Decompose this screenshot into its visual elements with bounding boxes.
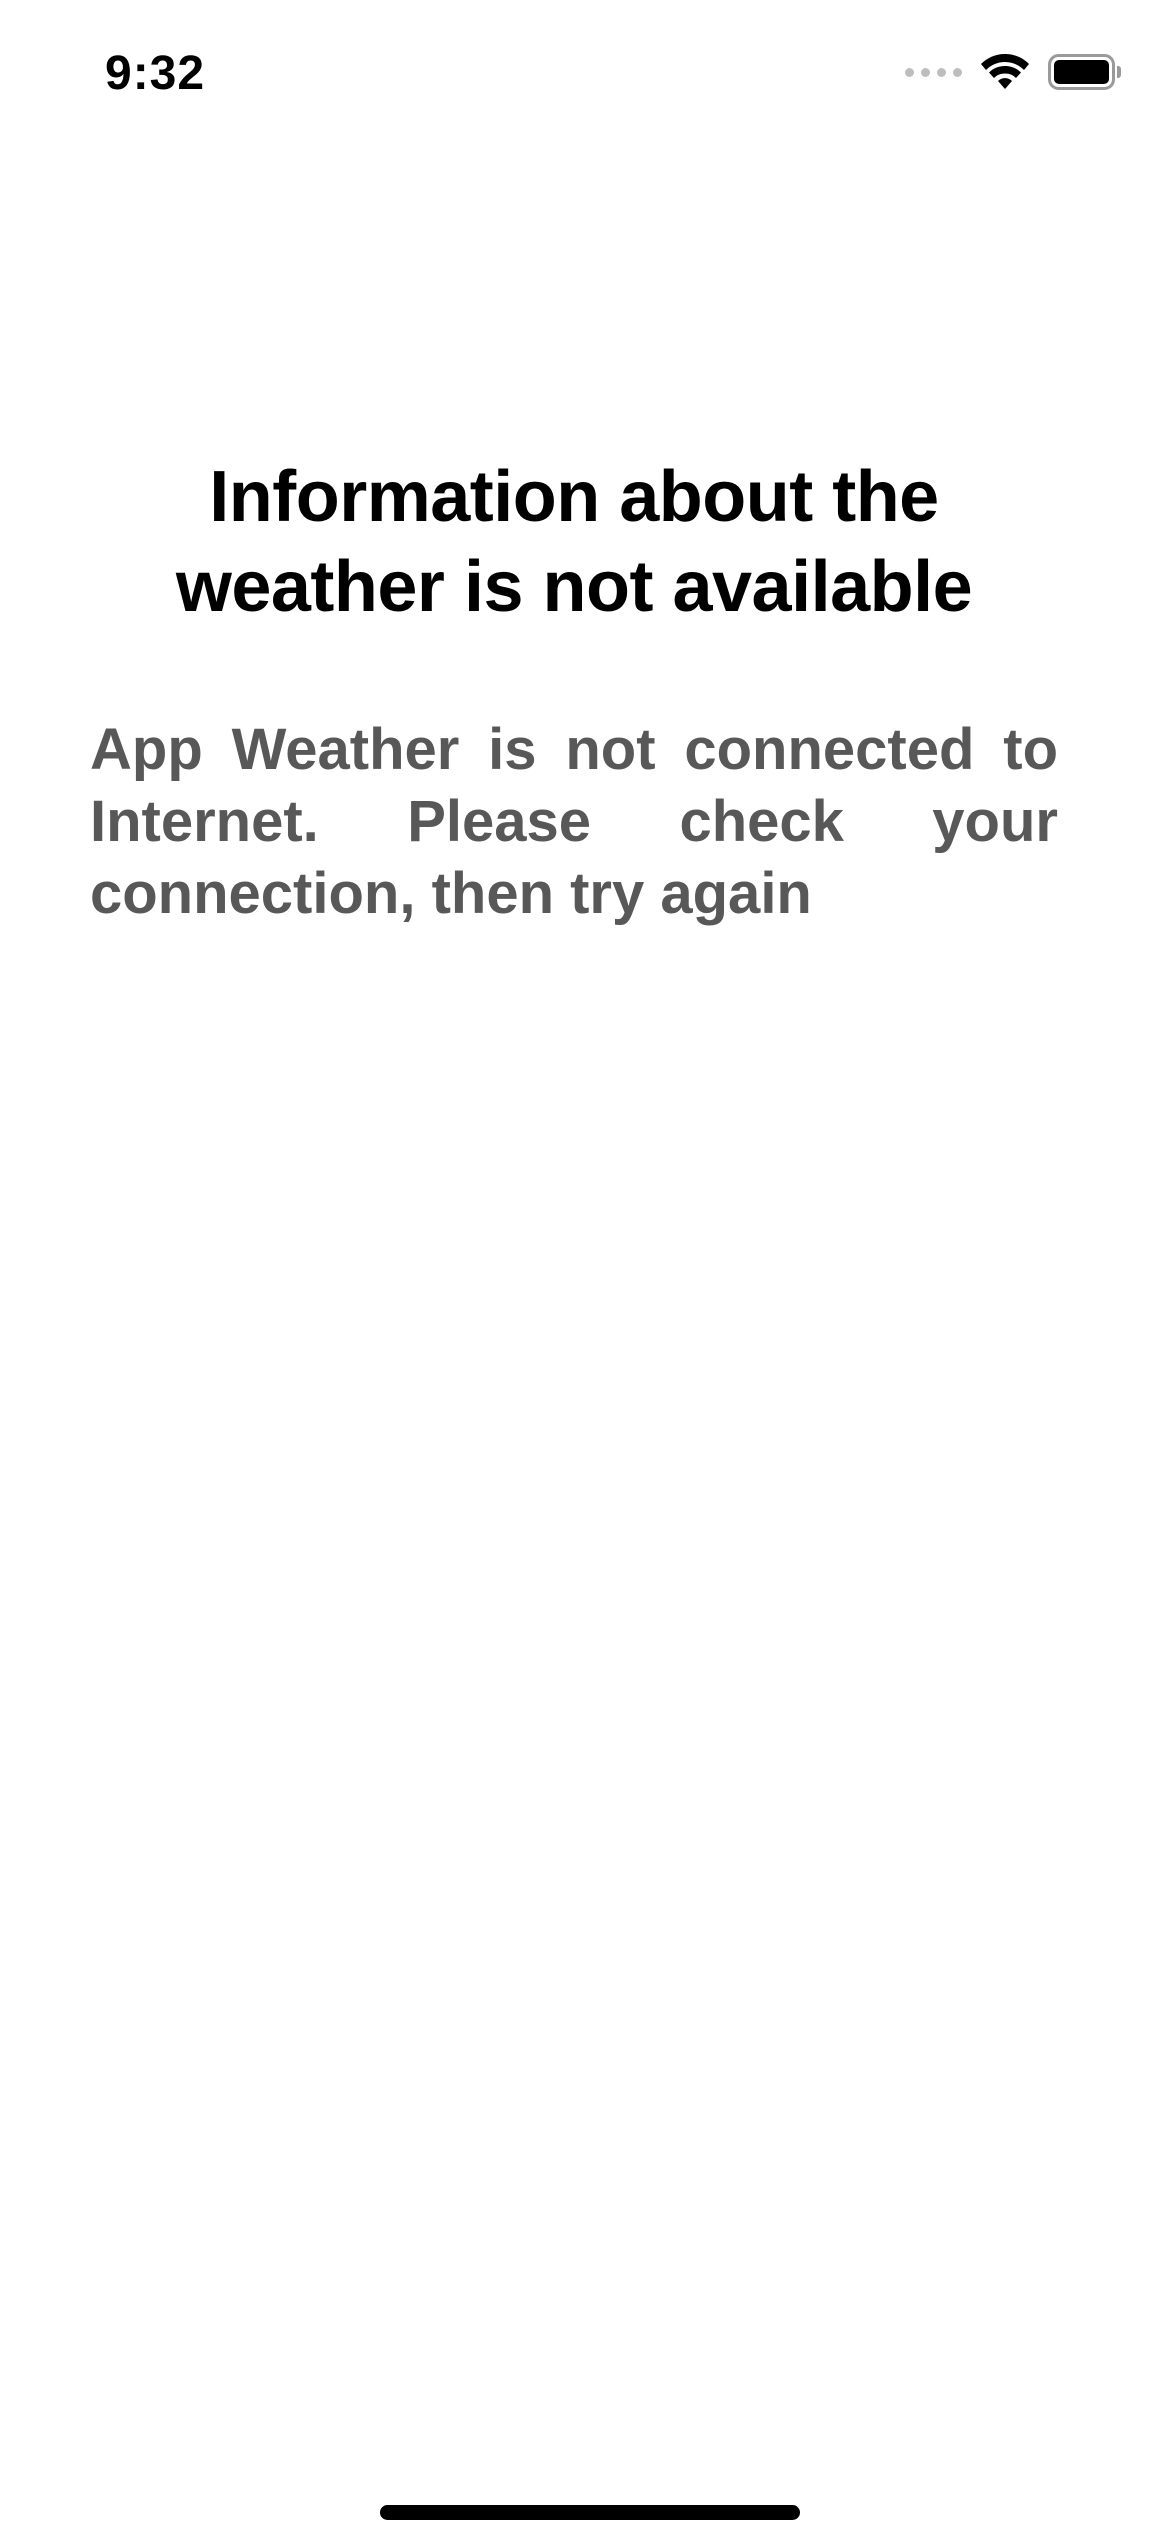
status-time: 9:32 [105, 47, 206, 100]
no-connection-message-container: Information about the weather is not ava… [90, 452, 1058, 930]
status-bar: 9:32 [0, 0, 1170, 150]
home-indicator[interactable] [380, 2505, 800, 2520]
weather-unavailable-headline: Information about the weather is not ava… [175, 457, 973, 627]
battery-icon [1048, 54, 1122, 90]
cellular-signal-icon [905, 67, 962, 77]
no-internet-message: App Weather is not connected to Internet… [90, 717, 1058, 926]
wifi-icon [980, 54, 1030, 90]
status-icons [905, 52, 1122, 92]
